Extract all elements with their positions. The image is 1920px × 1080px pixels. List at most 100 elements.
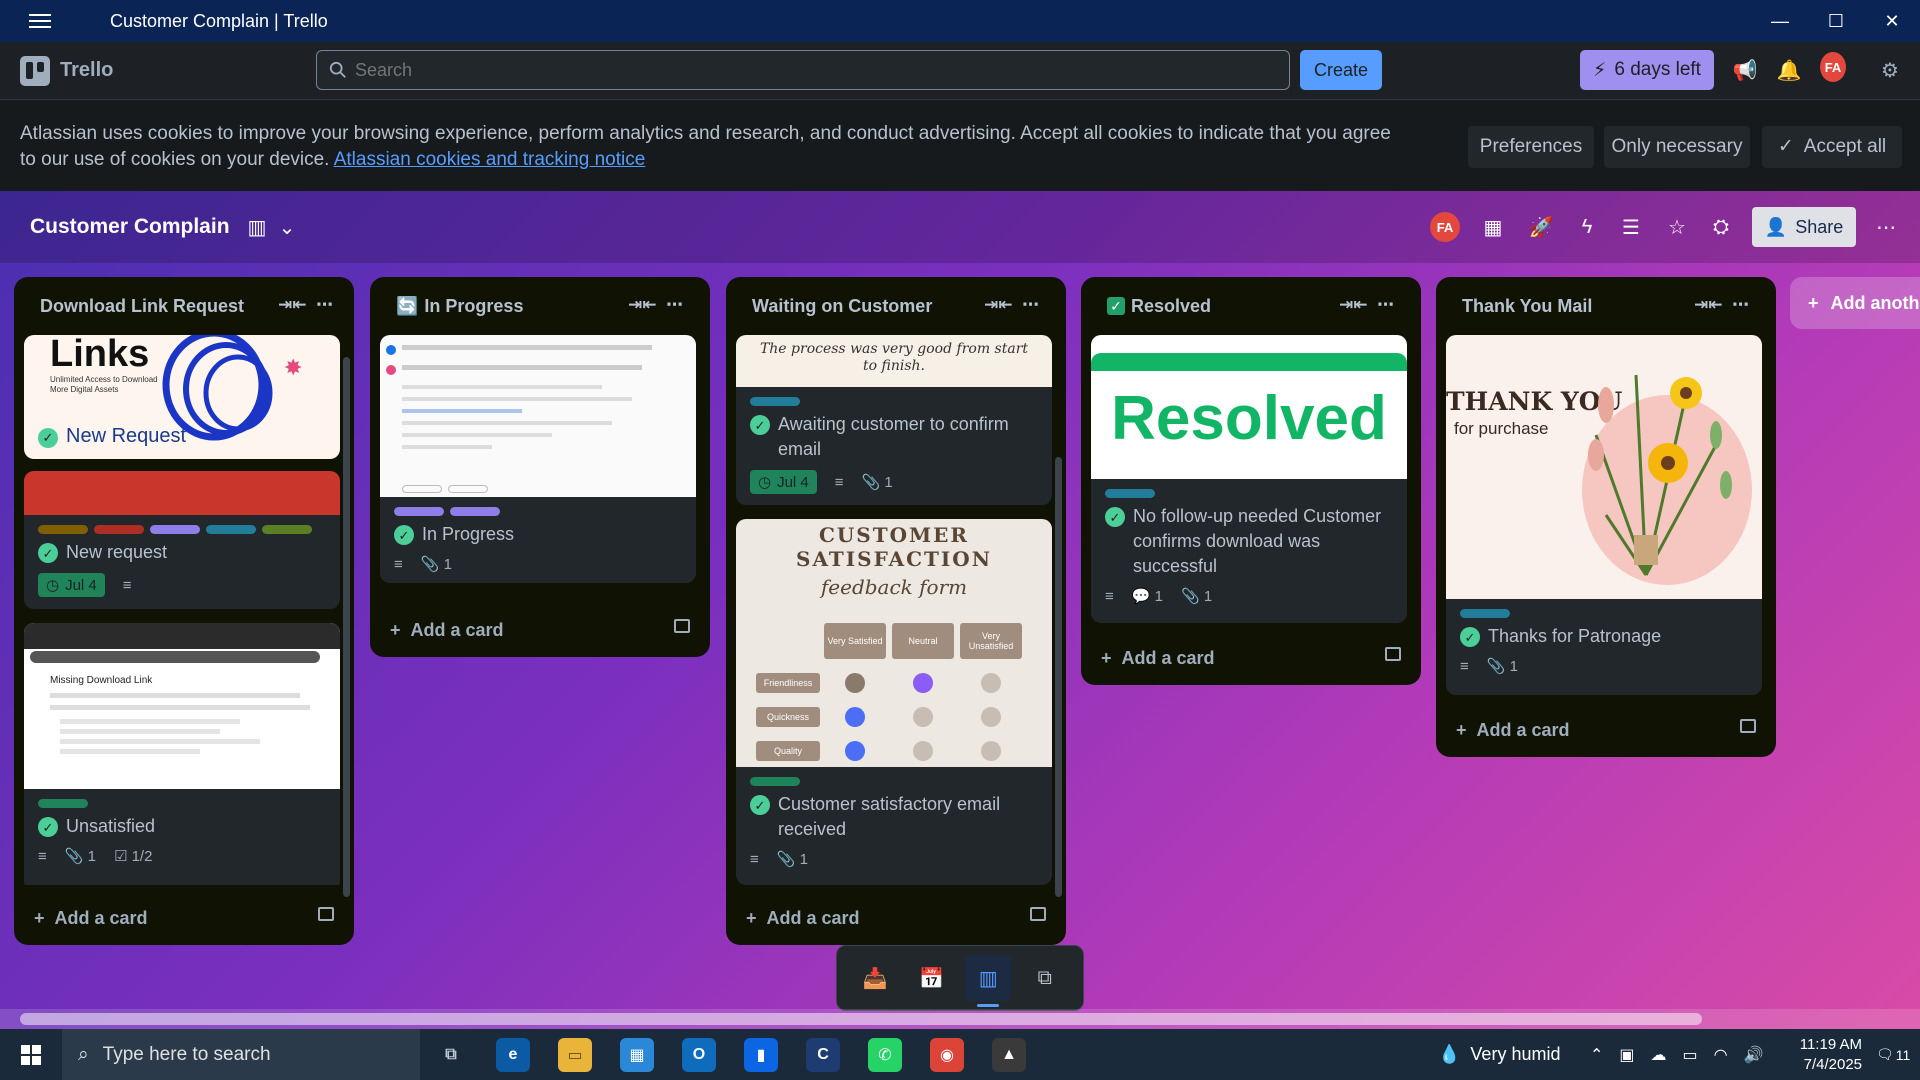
- wifi-icon[interactable]: ◠: [1714, 1045, 1728, 1065]
- board-view-button[interactable]: ▥: [965, 955, 1012, 1007]
- card[interactable]: Resolved ✓ No follow-up needed Customer c…: [1091, 335, 1407, 623]
- add-list-button[interactable]: + Add anoth: [1790, 277, 1920, 329]
- search-input[interactable]: [355, 59, 1255, 81]
- list-title[interactable]: Resolved: [1131, 296, 1211, 317]
- add-card-button[interactable]: + Add a card: [1456, 715, 1756, 745]
- board-title[interactable]: Customer Complain: [30, 215, 230, 239]
- card[interactable]: Links Unlimited Access to Download More …: [24, 335, 340, 459]
- collapse-icon[interactable]: ⇥⇤: [628, 295, 657, 315]
- notification-button[interactable]: 🗨 11: [1876, 1029, 1910, 1080]
- create-button[interactable]: Create: [1300, 50, 1382, 90]
- megaphone-icon[interactable]: 📢: [1732, 57, 1758, 83]
- weather-widget[interactable]: 💧 Very humid: [1438, 1029, 1560, 1080]
- cookie-notice-link[interactable]: Atlassian cookies and tracking notice: [334, 149, 646, 170]
- cloud-icon[interactable]: ☁: [1651, 1045, 1667, 1065]
- trial-button[interactable]: ⚡ 6 days left: [1580, 50, 1714, 90]
- collapse-icon[interactable]: ⇥⇤: [984, 295, 1013, 315]
- add-card-button[interactable]: + Add a card: [1101, 643, 1401, 673]
- battery-icon[interactable]: ▭: [1683, 1045, 1698, 1065]
- chevron-up-icon[interactable]: ⌃: [1590, 1045, 1603, 1065]
- collapse-icon[interactable]: ⇥⇤: [278, 295, 307, 315]
- board-horizontal-scrollbar[interactable]: [0, 1009, 1920, 1029]
- list-scrollbar[interactable]: [343, 357, 350, 897]
- calendar-icon[interactable]: ▦: [1478, 211, 1508, 243]
- list-menu-icon[interactable]: ⋯: [316, 295, 333, 315]
- card[interactable]: Missing Download Link ✓ Unsatisfied ≡ 📎 1…: [24, 623, 340, 885]
- filter-icon[interactable]: ☰: [1616, 211, 1646, 243]
- preferences-button[interactable]: Preferences: [1468, 126, 1594, 168]
- card[interactable]: The process was very good from start to …: [736, 335, 1052, 505]
- list-menu-icon[interactable]: ⋯: [1022, 295, 1039, 315]
- trello-app-icon[interactable]: ▮: [744, 1038, 778, 1072]
- store-icon[interactable]: ▦: [620, 1038, 654, 1072]
- list-title[interactable]: Download Link Request: [40, 296, 244, 317]
- due-date-badge[interactable]: ◷ Jul 4: [750, 470, 817, 494]
- card-cover-screenshot: Missing Download Link: [24, 623, 340, 789]
- share-button[interactable]: 👤 Share: [1752, 207, 1856, 247]
- description-icon: ≡: [750, 850, 759, 868]
- meet-icon[interactable]: ▣: [1619, 1045, 1634, 1065]
- calendar-view-button[interactable]: 📅: [909, 955, 955, 1001]
- account-avatar-button[interactable]: FA: [1820, 52, 1846, 82]
- switch-boards-button[interactable]: ⧉: [1022, 955, 1068, 1001]
- due-date-badge[interactable]: ◷ Jul 4: [38, 573, 105, 597]
- outlook-icon[interactable]: O: [682, 1038, 716, 1072]
- sync-icon: 🔄: [396, 295, 419, 316]
- whatsapp-icon[interactable]: ✆: [868, 1038, 902, 1072]
- template-icon[interactable]: [1385, 647, 1401, 661]
- file-explorer-icon[interactable]: ▭: [558, 1038, 592, 1072]
- clock[interactable]: 11:19 AM 7/4/2025: [1792, 1029, 1862, 1080]
- board-view-icon[interactable]: ▥: [242, 211, 272, 243]
- add-card-button[interactable]: + Add a card: [390, 615, 690, 645]
- system-tray: ⌃ ▣ ☁ ▭ ◠ 🔊: [1590, 1029, 1764, 1080]
- add-person-icon: 👤: [1764, 216, 1788, 237]
- card[interactable]: CUSTOMER SATISFACTION feedback form Very…: [736, 519, 1052, 885]
- rocket-icon[interactable]: 🚀: [1526, 211, 1556, 243]
- app-icon[interactable]: C: [806, 1038, 840, 1072]
- minimize-button[interactable]: —: [1752, 0, 1808, 42]
- add-card-button[interactable]: + Add a card: [34, 903, 334, 933]
- edge-icon[interactable]: e: [496, 1038, 530, 1072]
- collapse-icon[interactable]: ⇥⇤: [1339, 295, 1368, 315]
- chevron-down-icon[interactable]: ⌄: [276, 211, 298, 243]
- search-box[interactable]: [316, 50, 1290, 90]
- inbox-view-button[interactable]: 📥: [852, 955, 898, 1001]
- list-menu-icon[interactable]: ⋯: [1732, 295, 1749, 315]
- scrollbar-thumb[interactable]: [20, 1013, 1702, 1025]
- template-icon[interactable]: [1030, 907, 1046, 921]
- list-title[interactable]: Waiting on Customer: [752, 296, 932, 317]
- template-icon[interactable]: [1740, 719, 1756, 733]
- template-icon[interactable]: [674, 619, 690, 633]
- close-button[interactable]: ✕: [1864, 0, 1920, 42]
- taskbar-search[interactable]: ⌕ Type here to search: [62, 1029, 420, 1080]
- automation-icon[interactable]: ϟ: [1572, 211, 1602, 243]
- trello-logo[interactable]: Trello: [20, 55, 310, 86]
- visibility-icon[interactable]: ⛭: [1706, 211, 1736, 243]
- task-view-icon[interactable]: ⧉: [434, 1038, 468, 1072]
- more-icon[interactable]: ⋯: [1870, 211, 1902, 243]
- template-icon[interactable]: [318, 907, 334, 921]
- add-card-button[interactable]: + Add a card: [746, 903, 1046, 933]
- start-button[interactable]: [0, 1029, 62, 1080]
- bell-icon[interactable]: 🔔: [1776, 57, 1802, 83]
- star-icon[interactable]: ☆: [1662, 211, 1692, 243]
- card[interactable]: ✓ New request ◷ Jul 4 ≡: [24, 471, 340, 609]
- board-member-avatar[interactable]: FA: [1428, 211, 1462, 243]
- windows-icon: [21, 1044, 41, 1065]
- collapse-icon[interactable]: ⇥⇤: [1694, 295, 1723, 315]
- card[interactable]: ✓ In Progress ≡ 📎 1: [380, 335, 696, 583]
- list-menu-icon[interactable]: ⋯: [666, 295, 683, 315]
- list-title[interactable]: In Progress: [424, 296, 523, 317]
- list-title[interactable]: Thank You Mail: [1462, 296, 1592, 317]
- list-menu-icon[interactable]: ⋯: [1377, 295, 1394, 315]
- card[interactable]: THANK YOU for purchase ✓ Thanks for Patr…: [1446, 335, 1762, 695]
- volume-icon[interactable]: 🔊: [1744, 1045, 1764, 1065]
- gear-icon[interactable]: ⚙: [1877, 57, 1903, 83]
- menu-icon[interactable]: [0, 0, 80, 42]
- accept-all-button[interactable]: ✓ Accept all: [1762, 126, 1902, 168]
- only-necessary-button[interactable]: Only necessary: [1604, 126, 1750, 168]
- maximize-button[interactable]: ☐: [1808, 0, 1864, 42]
- photos-icon[interactable]: ▲: [992, 1038, 1026, 1072]
- chrome-icon[interactable]: ◉: [930, 1038, 964, 1072]
- list-scrollbar[interactable]: [1055, 457, 1062, 897]
